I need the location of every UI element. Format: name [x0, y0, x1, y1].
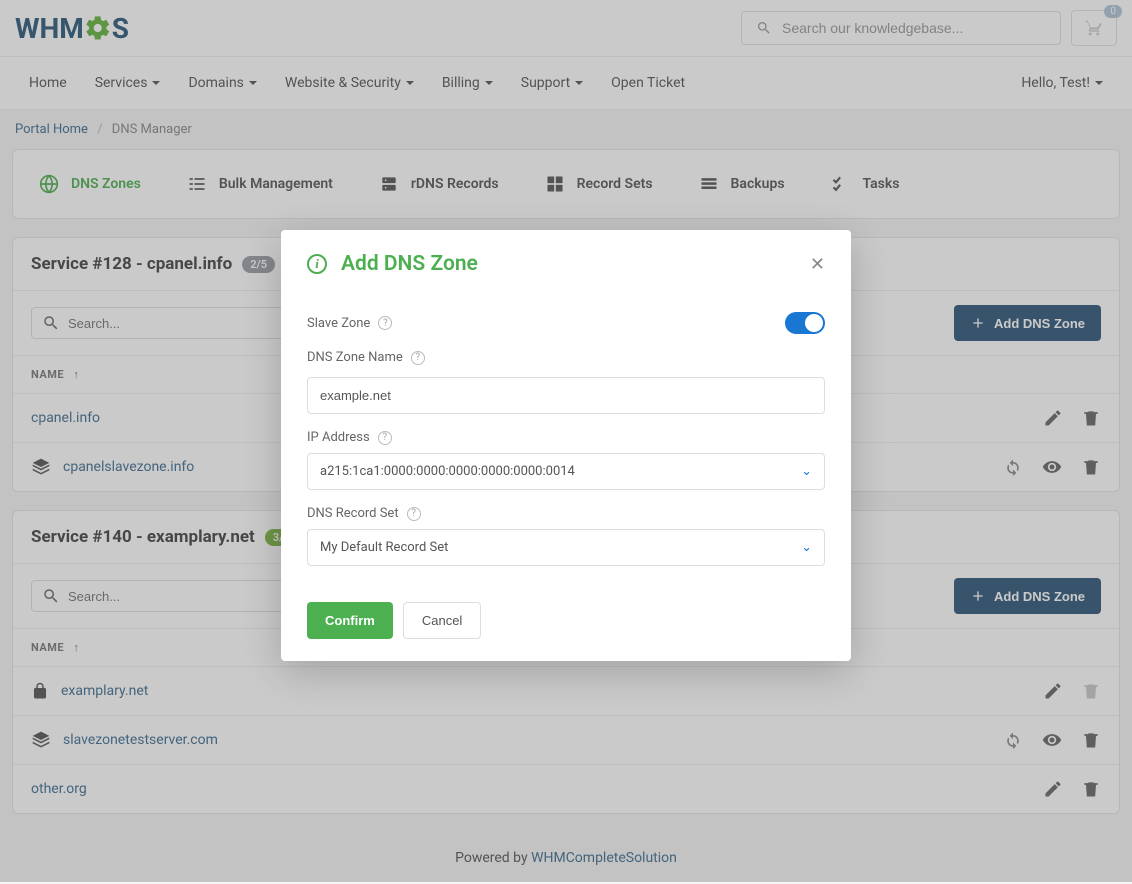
chevron-down-icon: ⌄: [801, 540, 812, 555]
dns-record-set-select[interactable]: My Default Record Set ⌄: [307, 529, 825, 566]
add-dns-zone-modal: i Add DNS Zone ✕ Slave Zone ? DNS Zone N…: [281, 230, 851, 661]
dns-zone-name-label: DNS Zone Name: [307, 350, 403, 365]
help-icon[interactable]: ?: [407, 507, 421, 521]
help-icon[interactable]: ?: [378, 431, 392, 445]
ip-address-label: IP Address: [307, 430, 370, 445]
close-icon[interactable]: ✕: [810, 254, 825, 275]
help-icon[interactable]: ?: [378, 316, 392, 330]
cancel-button[interactable]: Cancel: [403, 602, 481, 639]
confirm-button[interactable]: Confirm: [307, 602, 393, 639]
ip-address-select[interactable]: a215:1ca1:0000:0000:0000:0000:0000:0014 …: [307, 453, 825, 490]
chevron-down-icon: ⌄: [801, 464, 812, 479]
slave-zone-toggle[interactable]: [785, 312, 825, 334]
help-icon[interactable]: ?: [411, 351, 425, 365]
dns-record-set-label: DNS Record Set: [307, 506, 399, 521]
info-icon: i: [307, 254, 327, 274]
dns-zone-name-input[interactable]: [307, 377, 825, 414]
modal-title: Add DNS Zone: [341, 252, 478, 276]
slave-zone-label: Slave Zone: [307, 316, 370, 331]
